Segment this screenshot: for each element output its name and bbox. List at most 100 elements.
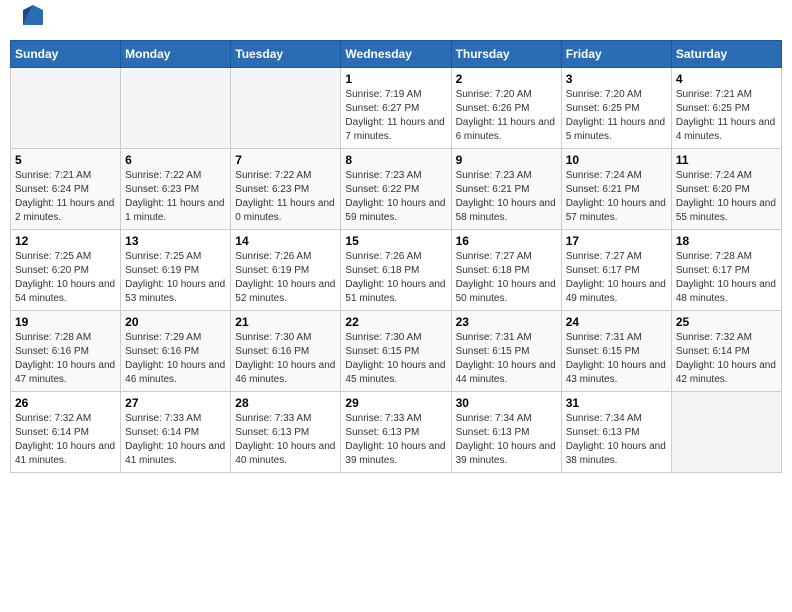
day-number: 11: [676, 153, 777, 167]
day-number: 26: [15, 396, 116, 410]
calendar-cell: 10Sunrise: 7:24 AM Sunset: 6:21 PM Dayli…: [561, 149, 671, 230]
calendar-cell: 19Sunrise: 7:28 AM Sunset: 6:16 PM Dayli…: [11, 311, 121, 392]
day-info: Sunrise: 7:33 AM Sunset: 6:13 PM Dayligh…: [345, 412, 446, 468]
day-info: Sunrise: 7:23 AM Sunset: 6:21 PM Dayligh…: [456, 169, 557, 225]
day-info: Sunrise: 7:28 AM Sunset: 6:17 PM Dayligh…: [676, 250, 777, 306]
day-info: Sunrise: 7:33 AM Sunset: 6:13 PM Dayligh…: [235, 412, 336, 468]
calendar-cell: [121, 68, 231, 149]
calendar-cell: [671, 392, 781, 473]
calendar-cell: 17 Sunrise: 7:27 AM Sunset: 6:17 PM Dayli…: [561, 230, 671, 311]
week-row-5: 26 Sunrise: 7:32 AM Sunset: 6:14 PM Dayli…: [11, 392, 782, 473]
day-header-thursday: Thursday: [451, 41, 561, 68]
day-number: 6: [125, 153, 226, 167]
day-info: Sunrise: 7:34 AM Sunset: 6:13 PM Dayligh…: [566, 412, 667, 468]
calendar-cell: 20 Sunrise: 7:29 AM Sunset: 6:16 PM Dayli…: [121, 311, 231, 392]
day-number: 1: [345, 72, 446, 86]
calendar-cell: 5 Sunrise: 7:21 AM Sunset: 6:24 PM Daylig…: [11, 149, 121, 230]
day-info: Sunrise: 7:27 AM Sunset: 6:17 PM Dayligh…: [566, 250, 667, 306]
calendar-cell: 26 Sunrise: 7:32 AM Sunset: 6:14 PM Dayli…: [11, 392, 121, 473]
day-number: 28: [235, 396, 336, 410]
day-number: 3: [566, 72, 667, 86]
day-info: Sunrise: 7:29 AM Sunset: 6:16 PM Dayligh…: [125, 331, 226, 387]
calendar-cell: 2 Sunrise: 7:20 AM Sunset: 6:26 PM Daylig…: [451, 68, 561, 149]
calendar-cell: 1 Sunrise: 7:19 AM Sunset: 6:27 PM Daylig…: [341, 68, 451, 149]
day-number: 21: [235, 315, 336, 329]
calendar-body: 1 Sunrise: 7:19 AM Sunset: 6:27 PM Daylig…: [11, 68, 782, 473]
calendar-cell: 11 Sunrise: 7:24 AM Sunset: 6:20 PM Dayli…: [671, 149, 781, 230]
day-info: Sunrise: 7:22 AM Sunset: 6:23 PM Dayligh…: [125, 169, 226, 225]
day-number: 2: [456, 72, 557, 86]
calendar-cell: 4 Sunrise: 7:21 AM Sunset: 6:25 PM Daylig…: [671, 68, 781, 149]
calendar-cell: 27 Sunrise: 7:33 AM Sunset: 6:14 PM Dayli…: [121, 392, 231, 473]
calendar-cell: 7 Sunrise: 7:22 AM Sunset: 6:23 PM Daylig…: [231, 149, 341, 230]
header: [10, 10, 782, 30]
day-number: 7: [235, 153, 336, 167]
calendar-cell: [11, 68, 121, 149]
day-info: Sunrise: 7:34 AM Sunset: 6:13 PM Dayligh…: [456, 412, 557, 468]
calendar-cell: 6 Sunrise: 7:22 AM Sunset: 6:23 PM Daylig…: [121, 149, 231, 230]
day-info: Sunrise: 7:21 AM Sunset: 6:25 PM Dayligh…: [676, 88, 777, 144]
calendar-cell: 3 Sunrise: 7:20 AM Sunset: 6:25 PM Daylig…: [561, 68, 671, 149]
calendar-cell: 18 Sunrise: 7:28 AM Sunset: 6:17 PM Dayli…: [671, 230, 781, 311]
day-number: 18: [676, 234, 777, 248]
days-header-row: SundayMondayTuesdayWednesdayThursdayFrid…: [11, 41, 782, 68]
day-header-saturday: Saturday: [671, 41, 781, 68]
day-number: 24: [566, 315, 667, 329]
day-number: 5: [15, 153, 116, 167]
day-header-sunday: Sunday: [11, 41, 121, 68]
calendar-cell: 28 Sunrise: 7:33 AM Sunset: 6:13 PM Dayli…: [231, 392, 341, 473]
day-number: 12: [15, 234, 116, 248]
day-header-wednesday: Wednesday: [341, 41, 451, 68]
calendar-cell: 29 Sunrise: 7:33 AM Sunset: 6:13 PM Dayli…: [341, 392, 451, 473]
day-number: 9: [456, 153, 557, 167]
day-info: Sunrise: 7:26 AM Sunset: 6:19 PM Dayligh…: [235, 250, 336, 306]
calendar-table: SundayMondayTuesdayWednesdayThursdayFrid…: [10, 40, 782, 473]
day-info: Sunrise: 7:31 AM Sunset: 6:15 PM Dayligh…: [456, 331, 557, 387]
day-header-friday: Friday: [561, 41, 671, 68]
day-info: Sunrise: 7:30 AM Sunset: 6:15 PM Dayligh…: [345, 331, 446, 387]
day-header-tuesday: Tuesday: [231, 41, 341, 68]
calendar-cell: 25Sunrise: 7:32 AM Sunset: 6:14 PM Dayli…: [671, 311, 781, 392]
day-number: 13: [125, 234, 226, 248]
day-number: 23: [456, 315, 557, 329]
calendar-cell: 15 Sunrise: 7:26 AM Sunset: 6:18 PM Dayli…: [341, 230, 451, 311]
day-number: 27: [125, 396, 226, 410]
week-row-2: 5 Sunrise: 7:21 AM Sunset: 6:24 PM Daylig…: [11, 149, 782, 230]
calendar-cell: 23 Sunrise: 7:31 AM Sunset: 6:15 PM Dayli…: [451, 311, 561, 392]
calendar-cell: 12 Sunrise: 7:25 AM Sunset: 6:20 PM Dayli…: [11, 230, 121, 311]
calendar-cell: 21 Sunrise: 7:30 AM Sunset: 6:16 PM Dayli…: [231, 311, 341, 392]
week-row-1: 1 Sunrise: 7:19 AM Sunset: 6:27 PM Daylig…: [11, 68, 782, 149]
day-number: 20: [125, 315, 226, 329]
day-header-monday: Monday: [121, 41, 231, 68]
logo-icon: [23, 5, 43, 25]
day-number: 25: [676, 315, 777, 329]
calendar-cell: 31 Sunrise: 7:34 AM Sunset: 6:13 PM Dayli…: [561, 392, 671, 473]
day-info: Sunrise: 7:31 AM Sunset: 6:15 PM Dayligh…: [566, 331, 667, 387]
calendar-cell: 8Sunrise: 7:23 AM Sunset: 6:22 PM Daylig…: [341, 149, 451, 230]
day-info: Sunrise: 7:19 AM Sunset: 6:27 PM Dayligh…: [345, 88, 446, 144]
calendar-cell: 16Sunrise: 7:27 AM Sunset: 6:18 PM Dayli…: [451, 230, 561, 311]
day-info: Sunrise: 7:32 AM Sunset: 6:14 PM Dayligh…: [15, 412, 116, 468]
day-info: Sunrise: 7:30 AM Sunset: 6:16 PM Dayligh…: [235, 331, 336, 387]
day-info: Sunrise: 7:22 AM Sunset: 6:23 PM Dayligh…: [235, 169, 336, 225]
day-number: 30: [456, 396, 557, 410]
calendar-cell: 22Sunrise: 7:30 AM Sunset: 6:15 PM Dayli…: [341, 311, 451, 392]
day-number: 19: [15, 315, 116, 329]
day-info: Sunrise: 7:33 AM Sunset: 6:14 PM Dayligh…: [125, 412, 226, 468]
calendar-cell: 13Sunrise: 7:25 AM Sunset: 6:19 PM Dayli…: [121, 230, 231, 311]
day-number: 17: [566, 234, 667, 248]
day-number: 4: [676, 72, 777, 86]
day-info: Sunrise: 7:21 AM Sunset: 6:24 PM Dayligh…: [15, 169, 116, 225]
day-info: Sunrise: 7:26 AM Sunset: 6:18 PM Dayligh…: [345, 250, 446, 306]
day-info: Sunrise: 7:20 AM Sunset: 6:26 PM Dayligh…: [456, 88, 557, 144]
day-info: Sunrise: 7:24 AM Sunset: 6:20 PM Dayligh…: [676, 169, 777, 225]
day-number: 31: [566, 396, 667, 410]
day-info: Sunrise: 7:25 AM Sunset: 6:20 PM Dayligh…: [15, 250, 116, 306]
calendar-cell: 24 Sunrise: 7:31 AM Sunset: 6:15 PM Dayli…: [561, 311, 671, 392]
day-info: Sunrise: 7:20 AM Sunset: 6:25 PM Dayligh…: [566, 88, 667, 144]
calendar-cell: 30 Sunrise: 7:34 AM Sunset: 6:13 PM Dayli…: [451, 392, 561, 473]
week-row-4: 19Sunrise: 7:28 AM Sunset: 6:16 PM Dayli…: [11, 311, 782, 392]
day-number: 29: [345, 396, 446, 410]
day-number: 15: [345, 234, 446, 248]
day-info: Sunrise: 7:27 AM Sunset: 6:18 PM Dayligh…: [456, 250, 557, 306]
